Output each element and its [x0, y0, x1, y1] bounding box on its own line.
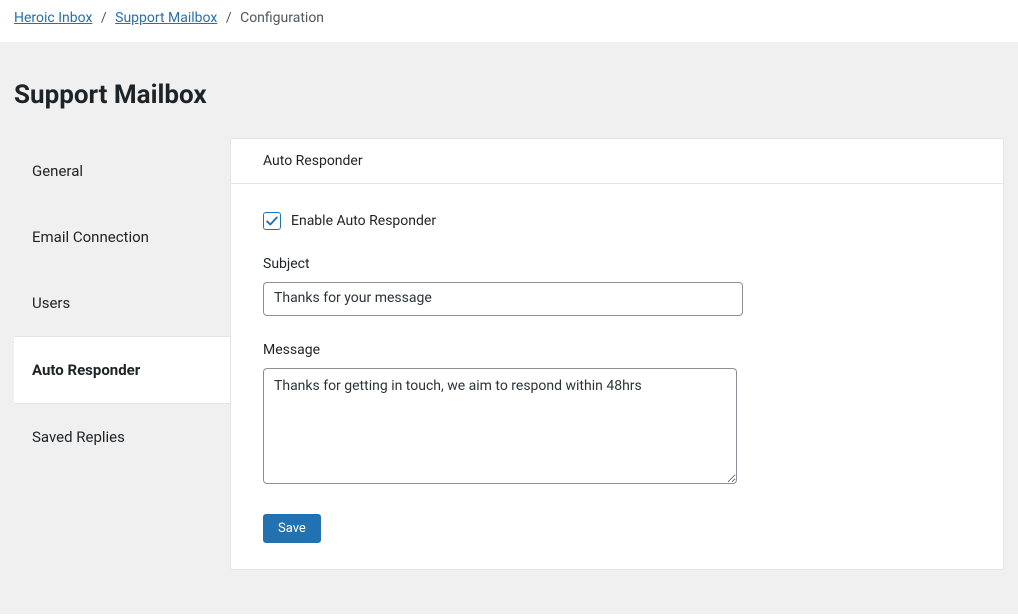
sidebar-item-label: Auto Responder: [32, 361, 140, 379]
subject-input[interactable]: [263, 282, 743, 316]
panel-header: Auto Responder: [231, 139, 1003, 184]
breadcrumb-separator: /: [101, 10, 107, 26]
save-button[interactable]: Save: [263, 514, 321, 543]
settings-sidebar: General Email Connection Users Auto Resp…: [14, 138, 230, 470]
enable-auto-responder-checkbox[interactable]: [263, 212, 281, 230]
enable-auto-responder-row: Enable Auto Responder: [263, 212, 971, 230]
message-label: Message: [263, 342, 971, 358]
subject-field-group: Subject: [263, 256, 971, 316]
enable-auto-responder-label: Enable Auto Responder: [291, 213, 436, 229]
sidebar-item-users[interactable]: Users: [14, 270, 230, 336]
sidebar-item-label: Saved Replies: [32, 428, 125, 446]
settings-layout: General Email Connection Users Auto Resp…: [0, 138, 1018, 570]
content-area: Support Mailbox General Email Connection…: [0, 42, 1018, 614]
sidebar-item-auto-responder[interactable]: Auto Responder: [14, 336, 230, 404]
subject-label: Subject: [263, 256, 971, 272]
message-textarea[interactable]: Thanks for getting in touch, we aim to r…: [263, 368, 737, 484]
sidebar-item-label: Email Connection: [32, 228, 149, 246]
breadcrumb: Heroic Inbox / Support Mailbox / Configu…: [0, 0, 1018, 42]
breadcrumb-link-heroic-inbox[interactable]: Heroic Inbox: [14, 10, 92, 26]
page-title: Support Mailbox: [0, 42, 1018, 138]
check-icon: [265, 214, 279, 228]
message-field-group: Message Thanks for getting in touch, we …: [263, 342, 971, 488]
breadcrumb-current: Configuration: [240, 10, 324, 26]
settings-panel: Auto Responder Enable Auto Responder Sub…: [230, 138, 1004, 570]
sidebar-item-saved-replies[interactable]: Saved Replies: [14, 404, 230, 470]
sidebar-item-label: Users: [32, 294, 70, 312]
breadcrumb-link-support-mailbox[interactable]: Support Mailbox: [115, 10, 217, 26]
breadcrumb-separator: /: [226, 10, 232, 26]
sidebar-item-email-connection[interactable]: Email Connection: [14, 204, 230, 270]
sidebar-item-label: General: [32, 162, 83, 180]
panel-body: Enable Auto Responder Subject Message Th…: [231, 184, 1003, 569]
sidebar-item-general[interactable]: General: [14, 138, 230, 204]
